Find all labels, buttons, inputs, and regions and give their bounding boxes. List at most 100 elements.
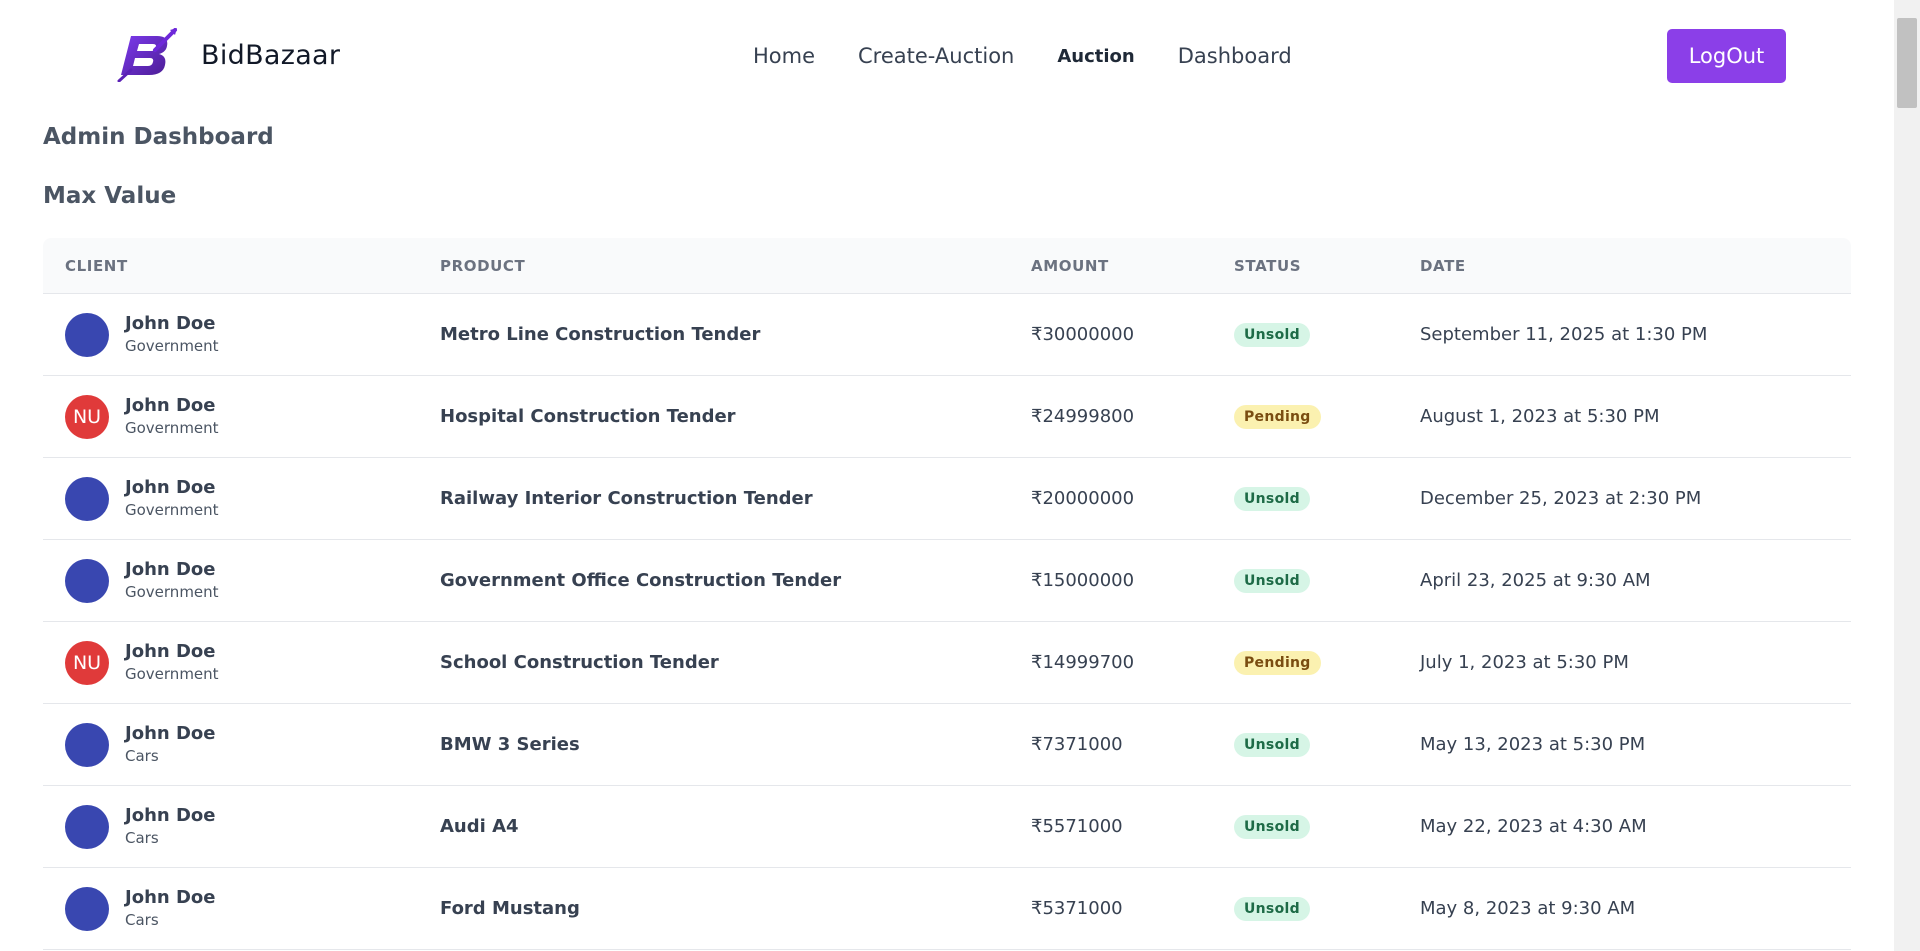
status-cell: Unsold (1234, 703, 1420, 786)
client-name: John Doe (125, 312, 216, 334)
table-row[interactable]: John Doe Government Metro Line Construct… (43, 293, 1851, 376)
client: John Doe Government (65, 312, 440, 357)
client-text: John Doe Government (125, 559, 219, 603)
date: August 1, 2023 at 5:30 PM (1420, 375, 1851, 458)
status-cell: Unsold (1234, 293, 1420, 376)
date: July 1, 2023 at 5:30 PM (1420, 621, 1851, 704)
client-text: John Doe Cars (125, 887, 215, 931)
client-category: Cars (125, 910, 159, 929)
amount: ₹15000000 (1031, 539, 1234, 622)
brand-link[interactable]: BidBazaar (117, 28, 340, 82)
client-category: Government (125, 664, 219, 683)
avatar (65, 312, 109, 357)
client-text: John Doe Government (125, 395, 219, 439)
status-badge: Unsold (1234, 568, 1310, 593)
scrollbar-thumb[interactable] (1897, 18, 1917, 108)
date: May 8, 2023 at 9:30 AM (1420, 867, 1851, 950)
avatar (65, 886, 109, 931)
client-name: John Doe (125, 476, 216, 498)
table-header-row: CLIENT PRODUCT AMOUNT STATUS DATE (43, 238, 1851, 294)
status-badge: Pending (1234, 650, 1321, 675)
status-cell: Pending (1234, 375, 1420, 458)
amount: ₹30000000 (1031, 293, 1234, 376)
product-name: School Construction Tender (440, 621, 1031, 704)
amount: ₹24999800 (1031, 375, 1234, 458)
product-name: Audi A4 (440, 785, 1031, 868)
table-row[interactable]: John Doe Cars BMW 3 Series ₹7371000 Unso… (43, 703, 1851, 786)
status-badge: Unsold (1234, 814, 1310, 839)
nav-home[interactable]: Home (753, 44, 815, 68)
avatar: NU (65, 640, 109, 685)
page: BidBazaar Home Create-Auction Auction Da… (0, 0, 1920, 951)
nav-dashboard[interactable]: Dashboard (1178, 44, 1292, 68)
avatar: NU (65, 394, 109, 439)
page-title: Admin Dashboard (43, 124, 274, 150)
navbar: BidBazaar Home Create-Auction Auction Da… (0, 0, 1894, 112)
column-header-client: CLIENT (43, 238, 440, 294)
avatar (65, 476, 109, 521)
date: April 23, 2025 at 9:30 AM (1420, 539, 1851, 622)
client-cell: John Doe Government (43, 539, 440, 622)
column-header-date: DATE (1420, 238, 1851, 294)
page-scrollbar[interactable] (1894, 0, 1920, 951)
column-header-status: STATUS (1234, 238, 1420, 294)
date: May 22, 2023 at 4:30 AM (1420, 785, 1851, 868)
client-name: John Doe (125, 722, 216, 744)
status-cell: Unsold (1234, 785, 1420, 868)
status-badge: Unsold (1234, 486, 1310, 511)
status-badge: Unsold (1234, 322, 1310, 347)
amount: ₹5371000 (1031, 867, 1234, 950)
client-name: John Doe (125, 640, 216, 662)
client-category: Government (125, 336, 219, 355)
avatar (65, 804, 109, 849)
client-category: Government (125, 582, 219, 601)
amount: ₹5571000 (1031, 785, 1234, 868)
avatar (65, 722, 109, 767)
table-row[interactable]: NU John Doe Government Hospital Construc… (43, 375, 1851, 458)
client-cell: John Doe Cars (43, 785, 440, 868)
client-text: John Doe Government (125, 641, 219, 685)
product-name: Metro Line Construction Tender (440, 293, 1031, 376)
client: John Doe Government (65, 476, 440, 521)
status-cell: Unsold (1234, 539, 1420, 622)
client-text: John Doe Government (125, 313, 219, 357)
main-nav: Home Create-Auction Auction Dashboard (753, 40, 1335, 72)
client-category: Cars (125, 746, 159, 765)
amount: ₹7371000 (1031, 703, 1234, 786)
table-row[interactable]: John Doe Cars Ford Mustang ₹5371000 Unso… (43, 867, 1851, 950)
table-row[interactable]: NU John Doe Government School Constructi… (43, 621, 1851, 704)
status-badge: Pending (1234, 404, 1321, 429)
logout-button[interactable]: LogOut (1667, 29, 1786, 83)
table-row[interactable]: John Doe Government Railway Interior Con… (43, 457, 1851, 540)
bidbazaar-logo-icon (117, 28, 177, 82)
client: John Doe Cars (65, 886, 440, 931)
client-category: Cars (125, 828, 159, 847)
table-row[interactable]: John Doe Government Government Office Co… (43, 539, 1851, 622)
client: John Doe Government (65, 558, 440, 603)
client-name: John Doe (125, 394, 216, 416)
nav-auction[interactable]: Auction (1057, 46, 1134, 67)
auction-table-wrapper: CLIENT PRODUCT AMOUNT STATUS DATE John D… (43, 238, 1851, 950)
client-cell: NU John Doe Government (43, 621, 440, 704)
client-cell: John Doe Government (43, 293, 440, 376)
client-text: John Doe Cars (125, 805, 215, 849)
product-name: Ford Mustang (440, 867, 1031, 950)
column-header-amount: AMOUNT (1031, 238, 1234, 294)
client-cell: John Doe Cars (43, 703, 440, 786)
table-row[interactable]: John Doe Cars Audi A4 ₹5571000 Unsold Ma… (43, 785, 1851, 868)
client-category: Government (125, 418, 219, 437)
client: John Doe Cars (65, 804, 440, 849)
section-title: Max Value (43, 183, 177, 209)
status-cell: Pending (1234, 621, 1420, 704)
client-name: John Doe (125, 558, 216, 580)
date: May 13, 2023 at 5:30 PM (1420, 703, 1851, 786)
product-name: BMW 3 Series (440, 703, 1031, 786)
status-cell: Unsold (1234, 867, 1420, 950)
date: September 11, 2025 at 1:30 PM (1420, 293, 1851, 376)
amount: ₹14999700 (1031, 621, 1234, 704)
nav-create-auction[interactable]: Create-Auction (858, 44, 1014, 68)
status-cell: Unsold (1234, 457, 1420, 540)
status-badge: Unsold (1234, 896, 1310, 921)
auction-table: CLIENT PRODUCT AMOUNT STATUS DATE John D… (43, 238, 1851, 950)
client: NU John Doe Government (65, 640, 440, 685)
